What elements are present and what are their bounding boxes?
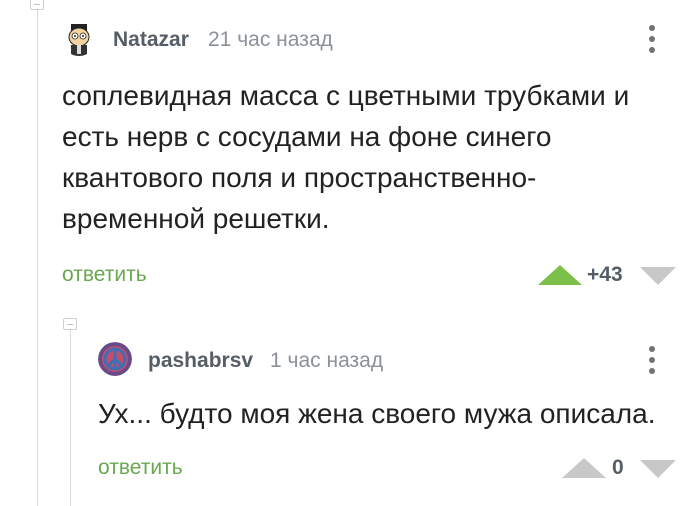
comment-text-line: Ух... будто моя жена своего мужа описала… [98, 398, 656, 429]
comment-time: 1 час назад [270, 349, 384, 372]
comment-menu-button[interactable] [648, 25, 656, 55]
comment-score: 0 [612, 456, 624, 479]
vertical-dots-icon [649, 25, 655, 31]
reply-link[interactable]: ответить [98, 456, 183, 480]
reply-link[interactable]: ответить [62, 263, 147, 287]
comment-menu-button[interactable] [648, 346, 656, 376]
comment-score: +43 [587, 263, 623, 286]
vertical-dots-icon [649, 346, 655, 352]
peace-symbol-avatar-icon [98, 342, 132, 376]
thread-line-root [37, 0, 38, 506]
collapse-thread-button-reply[interactable] [63, 318, 77, 330]
comment-author[interactable]: Natazar [113, 28, 189, 52]
upvote-button[interactable] [562, 458, 606, 478]
downvote-button[interactable] [640, 460, 676, 478]
collapse-thread-button-top[interactable] [30, 0, 44, 10]
comment-text-line: соплевидная масса с цветными трубками и [62, 80, 630, 111]
avatar-pashabrsv [98, 342, 132, 376]
comment-text-line: временной решетки. [62, 203, 330, 234]
comment-text-line: есть нерв с сосудами на фоне синего [62, 121, 552, 152]
downvote-button[interactable] [640, 267, 676, 285]
avatar-natazar [62, 22, 96, 56]
comment-time: 21 час назад [208, 28, 333, 51]
comment-text-line: квантового поля и пространственно- [62, 162, 537, 193]
comment-author[interactable]: pashabrsv [148, 349, 253, 373]
thread-line-reply [70, 330, 71, 506]
cartoon-avatar-icon [62, 22, 96, 56]
upvote-button[interactable] [538, 265, 582, 285]
